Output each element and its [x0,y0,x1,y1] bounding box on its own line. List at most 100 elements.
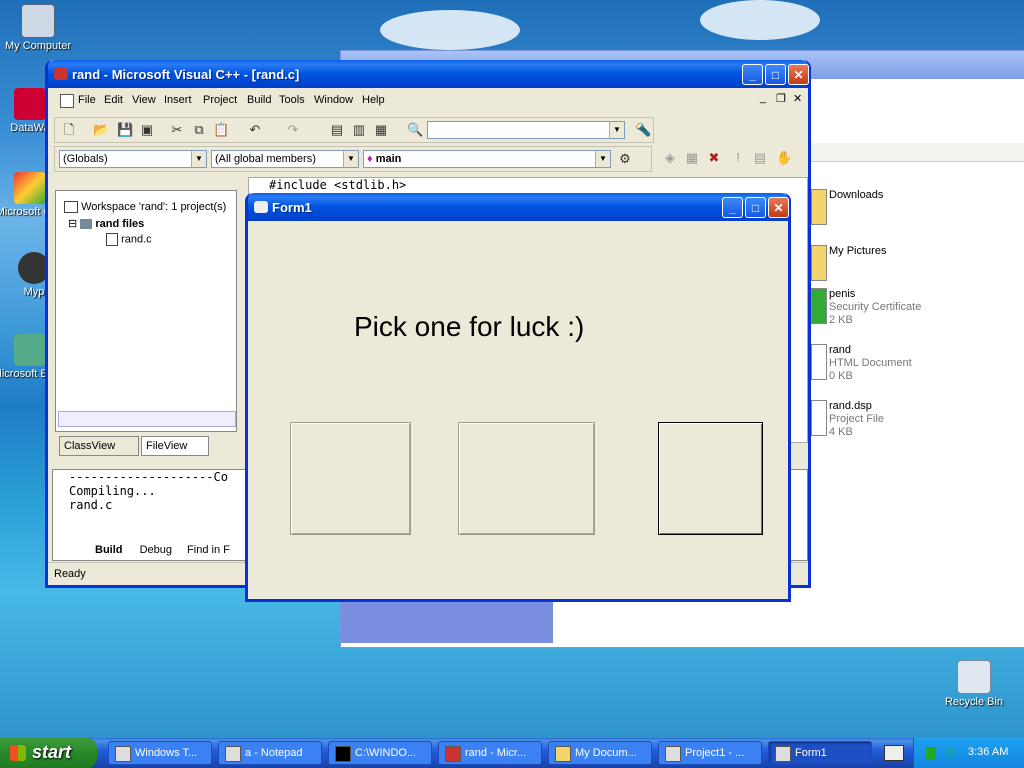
cloud [700,0,820,40]
tab-classview[interactable]: ClassView [59,436,139,456]
choice-button-3[interactable] [658,422,763,535]
form1-window[interactable]: Form1 _ □ ✕ Pick one for luck :) [245,193,791,602]
menu-file[interactable]: File [78,94,96,106]
close-button[interactable]: ✕ [768,197,789,218]
paste-icon[interactable]: 📋 [213,122,229,138]
chevron-down-icon[interactable]: ▼ [343,151,358,167]
choice-button-1[interactable] [290,422,411,535]
menu-edit[interactable]: Edit [104,94,123,106]
taskbar-item-label: Project1 - ... [685,747,745,759]
desktop-icon-label: DataWa [10,122,50,134]
copy-icon[interactable]: ⧉ [191,122,207,138]
go-icon[interactable]: ▤ [752,150,768,166]
wizard-action-icon[interactable]: ⚙ [617,151,633,167]
desktop: My Computer DataWa Microsoft C++ Myp Mic… [0,0,1024,738]
maximize-button[interactable]: □ [745,197,766,218]
taskbar-item-active[interactable]: Form1 [768,741,872,765]
tree-project[interactable]: ⊟ rand files [68,217,144,230]
maximize-button[interactable]: □ [765,64,786,85]
tab-find-in-files[interactable]: Find in F [187,544,230,556]
class-combo[interactable]: (Globals) ▼ [59,150,207,168]
new-text-file-icon[interactable]: 🗋 [61,122,77,138]
compile-icon[interactable]: ◈ [662,150,678,166]
stop-build-icon[interactable]: ✖ [706,150,722,166]
form-icon [254,201,268,213]
save-icon[interactable]: 💾 [117,122,133,138]
tab-fileview[interactable]: FileView [141,436,209,456]
start-button[interactable]: start [0,738,97,768]
save-all-icon[interactable]: ▣ [139,122,155,138]
clock[interactable]: 3:36 AM [968,746,1008,758]
menu-tools[interactable]: Tools [279,94,305,106]
breakpoint-hand-icon[interactable]: ✋ [776,150,792,166]
form1-titlebar[interactable]: Form1 _ □ ✕ [248,193,789,221]
taskbar-item[interactable]: Project1 - ... [658,741,762,765]
desktop-icon-label: My Computer [4,40,72,52]
tab-label: FileView [146,440,188,452]
close-button[interactable]: ✕ [788,64,809,85]
menu-project[interactable]: Project [203,94,237,106]
build-toolbar: ◈ ▦ ✖ ! ▤ ✋ [656,146,802,172]
window-list-icon[interactable]: ▦ [373,122,389,138]
network-icon[interactable] [926,747,936,759]
child-minimize-button[interactable]: _ [760,92,766,104]
members-combo[interactable]: ♦ main ▼ [363,150,611,168]
menu-window[interactable]: Window [314,94,353,106]
menu-view[interactable]: View [132,94,156,106]
execute-icon[interactable]: ! [730,150,746,166]
menu-build[interactable]: Build [247,94,271,106]
chevron-down-icon[interactable]: ▼ [609,122,624,138]
minimize-button[interactable]: _ [742,64,763,85]
child-restore-button[interactable]: ❐ [776,92,786,105]
standard-toolbar: 🗋 📂 💾 ▣ ✂ ⧉ 📋 ↶ ↷ ▤ ▥ ▦ 🔍 ▼ 🔦 [54,117,654,143]
choice-button-2[interactable] [458,422,595,535]
output-tabs: Build Debug Find in F [67,544,230,556]
collapse-icon[interactable]: ⊟ [68,218,77,230]
output-line: Compiling... [69,484,156,498]
open-icon[interactable]: 📂 [93,122,109,138]
workspace-pane[interactable]: Workspace 'rand': 1 project(s) ⊟ rand fi… [55,190,237,432]
taskbar-item[interactable]: rand - Micr... [438,741,542,765]
taskbar-item[interactable]: a - Notepad [218,741,322,765]
cut-icon[interactable]: ✂ [169,122,185,138]
taskbar-item[interactable]: My Docum... [548,741,652,765]
output-icon[interactable]: ▥ [351,122,367,138]
file-name: Downloads [829,189,884,201]
keyboard-icon[interactable] [884,745,904,761]
taskbar-item[interactable]: Windows T... [108,741,212,765]
build-icon[interactable]: ▦ [684,150,700,166]
filter-combo[interactable]: (All global members) ▼ [211,150,359,168]
taskbar-item-label: My Docum... [575,747,637,759]
menu-help[interactable]: Help [362,94,385,106]
windows-logo-icon [10,745,26,761]
vc-titlebar[interactable]: rand - Microsoft Visual C++ - [rand.c] _… [48,60,809,88]
horizontal-scrollbar[interactable] [58,411,236,427]
desktop-icon-my-computer[interactable]: My Computer [0,4,76,52]
tree-label: rand.c [121,233,152,246]
tree-file[interactable]: rand.c [106,233,152,246]
document-icon [60,94,74,108]
desktop-icon-label: Myp [23,286,45,298]
safely-remove-icon[interactable]: ♲ [944,745,956,761]
desktop-icon-recycle-bin[interactable]: Recycle Bin [936,660,1012,708]
tree-workspace-root[interactable]: Workspace 'rand': 1 project(s) [64,201,226,214]
menu-insert[interactable]: Insert [164,94,192,106]
chevron-down-icon[interactable]: ▼ [595,151,610,167]
window-title: rand - Microsoft Visual C++ - [rand.c] [72,67,300,82]
find-combo[interactable]: ▼ [427,121,625,139]
tab-build[interactable]: Build [95,544,123,556]
chevron-down-icon[interactable]: ▼ [191,151,206,167]
tab-debug[interactable]: Debug [140,544,172,556]
minimize-button[interactable]: _ [722,197,743,218]
find-in-files-icon[interactable]: 🔍 [407,122,423,138]
taskbar-item-label: Form1 [795,747,827,759]
undo-icon[interactable]: ↶ [247,122,263,138]
taskbar-item[interactable]: C:\WINDO... [328,741,432,765]
workspace-icon[interactable]: ▤ [329,122,345,138]
find-icon[interactable]: 🔦 [635,122,651,138]
function-icon: ♦ [367,153,373,165]
file-name: penis [829,288,856,300]
status-text: Ready [54,568,86,580]
redo-icon[interactable]: ↷ [285,122,301,138]
child-close-button[interactable]: ✕ [793,92,802,105]
